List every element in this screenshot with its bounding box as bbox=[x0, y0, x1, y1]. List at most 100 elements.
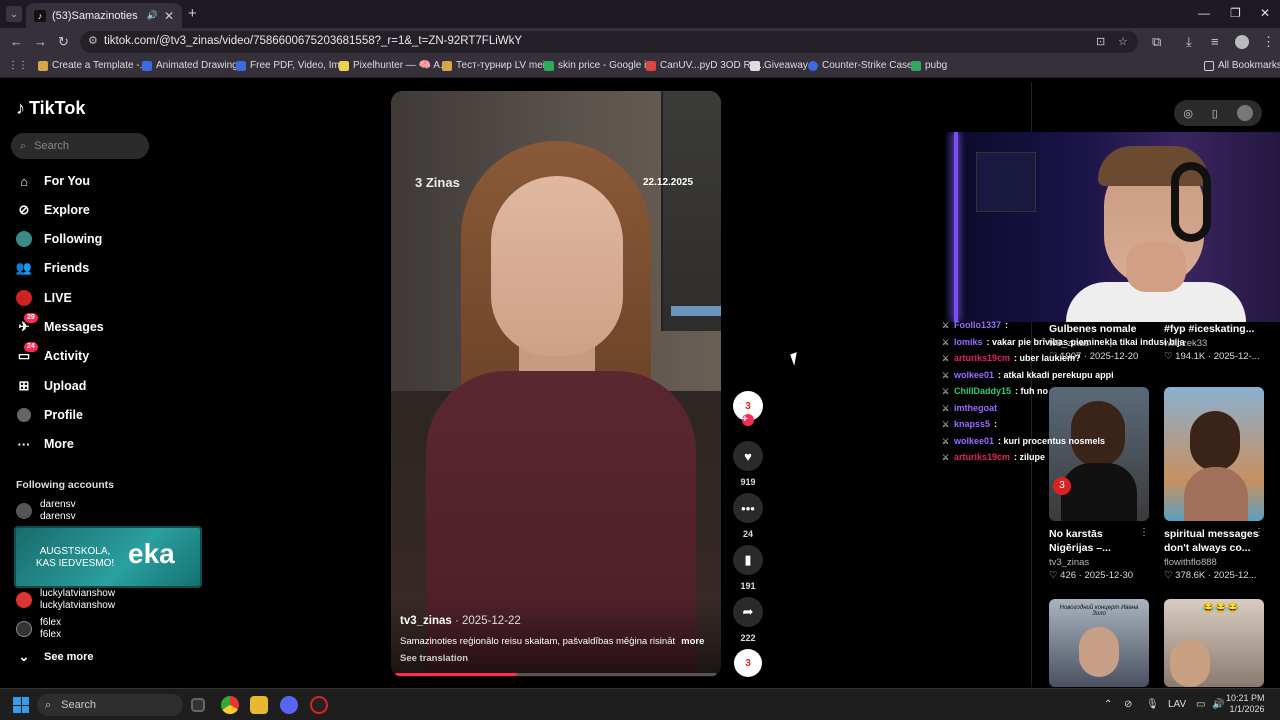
minimize-button[interactable]: — bbox=[1198, 6, 1210, 20]
video-progress-bar[interactable] bbox=[395, 673, 717, 676]
bookmark-item[interactable]: Тест-турнир LV mei... bbox=[442, 60, 553, 71]
app-icon[interactable] bbox=[310, 696, 328, 714]
save-button[interactable]: ▮ 191 bbox=[733, 545, 763, 591]
task-view-icon[interactable] bbox=[191, 698, 205, 712]
network-off-icon[interactable]: ⊘ bbox=[1124, 699, 1132, 710]
windows-taskbar: ⌕ Search ⌃ ⊘ 🎙 LAV ▭ 🔊 10:21 PM 1/1/2026 bbox=[0, 688, 1280, 720]
see-translation-link[interactable]: See translation bbox=[400, 653, 468, 664]
bookmark-item[interactable]: skin price - Google i... bbox=[544, 60, 655, 71]
speaker-icon[interactable]: 🔊 bbox=[147, 10, 158, 21]
url-text[interactable]: tiktok.com/@tv3_zinas/video/758660067520… bbox=[104, 35, 522, 47]
reload-icon[interactable]: ↻ bbox=[58, 34, 69, 50]
chat-message: ⚔ imthegoat bbox=[942, 403, 1001, 413]
display-icon[interactable]: ▭ bbox=[1196, 699, 1205, 710]
all-bookmarks[interactable]: All Bookmarks bbox=[1204, 60, 1280, 71]
creator-avatar-button[interactable]: 3 + bbox=[733, 391, 763, 426]
chat-username: Foollo1337 bbox=[954, 320, 1002, 330]
bookmark-item[interactable]: Giveaway bbox=[750, 60, 808, 71]
avatar bbox=[16, 503, 32, 519]
more-options-icon[interactable]: ⋮ bbox=[1139, 527, 1149, 538]
account-item[interactable]: f6lex f6lex bbox=[16, 617, 61, 641]
profile-avatar[interactable] bbox=[1235, 35, 1249, 49]
card-title: spiritual messages don't always co... bbox=[1164, 528, 1259, 554]
bookmark-item[interactable]: pubg bbox=[911, 60, 947, 71]
like-button[interactable]: ♥ 919 bbox=[733, 441, 763, 487]
sound-disc-icon[interactable]: 3 bbox=[734, 649, 762, 677]
nav-for-you[interactable]: ⌂ For You bbox=[16, 171, 90, 191]
search-icon: ⌕ bbox=[20, 139, 27, 152]
chrome-icon[interactable] bbox=[221, 696, 239, 714]
share-icon: ➦ bbox=[733, 597, 763, 627]
video-card[interactable]: 3 ⋮ No karstās Nigērijas –... tv3_zinas … bbox=[1049, 387, 1149, 581]
video-player[interactable]: 3 Zinas 22.12.2025 tv3_zinas · 2025-12-2… bbox=[391, 91, 721, 677]
coin-icon[interactable]: ◎ bbox=[1183, 107, 1193, 120]
tab-search-button[interactable]: ⌄ bbox=[6, 6, 22, 22]
system-clock[interactable]: 10:21 PM 1/1/2026 bbox=[1226, 693, 1265, 715]
device-icon[interactable]: ▯ bbox=[1212, 107, 1218, 120]
bookmark-item[interactable]: Create a Template -... bbox=[38, 60, 148, 71]
taskbar-search[interactable]: ⌕ Search bbox=[37, 694, 183, 716]
windows-start-icon[interactable] bbox=[13, 697, 29, 713]
site-info-icon[interactable]: ⚙ bbox=[88, 34, 98, 47]
nav-live[interactable]: LIVE bbox=[16, 288, 72, 308]
nav-messages[interactable]: ✈ 29 Messages bbox=[16, 313, 104, 337]
discord-icon[interactable] bbox=[280, 696, 298, 714]
install-icon[interactable]: ⊡ bbox=[1096, 35, 1105, 48]
search-input[interactable]: ⌕ Search bbox=[11, 133, 149, 159]
restore-button[interactable]: ❐ bbox=[1230, 6, 1241, 20]
user-avatar[interactable] bbox=[1236, 105, 1253, 121]
bookmark-item[interactable]: Pixelhunter — 🧠 A... bbox=[339, 60, 448, 71]
nav-more[interactable]: ··· More bbox=[16, 434, 74, 454]
media-icon[interactable]: ≡ bbox=[1211, 34, 1219, 49]
card-thumbnail: 😂😂😂 bbox=[1164, 599, 1264, 687]
language-indicator[interactable]: LAV bbox=[1168, 699, 1186, 710]
new-tab-button[interactable]: + bbox=[188, 5, 197, 22]
nav-friends[interactable]: 👥 Friends bbox=[16, 258, 89, 278]
see-more-button[interactable]: ⌄ See more bbox=[16, 647, 94, 667]
nav-following[interactable]: Following bbox=[16, 229, 102, 249]
nav-profile[interactable]: Profile bbox=[16, 405, 83, 425]
more-link[interactable]: more bbox=[681, 636, 704, 647]
tiktok-logo[interactable]: ♪ TikTok bbox=[16, 98, 85, 119]
extensions-icon[interactable]: ⧉ bbox=[1152, 34, 1161, 50]
address-bar[interactable]: ⚙ tiktok.com/@tv3_zinas/video/7586600675… bbox=[80, 31, 1138, 53]
chat-text: : zilupe bbox=[1014, 452, 1046, 462]
nav-explore[interactable]: ⊘ Explore bbox=[16, 200, 90, 220]
video-card[interactable]: Новогодний концерт Ивана Золо bbox=[1049, 599, 1149, 687]
close-tab-icon[interactable]: ✕ bbox=[164, 9, 174, 23]
bookmark-item[interactable]: Animated Drawings bbox=[142, 60, 243, 71]
profile-avatar-icon bbox=[16, 407, 32, 423]
forward-icon[interactable]: → bbox=[34, 34, 47, 49]
video-author[interactable]: tv3_zinas · 2025-12-22 bbox=[400, 615, 521, 627]
volume-icon[interactable]: 🔊 bbox=[1212, 699, 1224, 710]
tray-chevron-icon[interactable]: ⌃ bbox=[1104, 699, 1112, 710]
nav-activity[interactable]: ▭ 24 Activity bbox=[16, 342, 89, 366]
chat-username: knapss5 bbox=[954, 419, 991, 429]
bookmark-star-icon[interactable]: ☆ bbox=[1118, 35, 1128, 48]
close-window-button[interactable]: ✕ bbox=[1260, 6, 1270, 20]
bookmark-item[interactable]: CanUV...pyD 3OD Re... bbox=[646, 60, 765, 71]
video-card[interactable]: ⋮ spiritual messages don't always co... … bbox=[1164, 387, 1264, 581]
follow-plus-icon[interactable]: + bbox=[742, 414, 754, 426]
apps-icon[interactable]: ⋮⋮ bbox=[8, 60, 28, 71]
more-options-icon[interactable]: ⋮ bbox=[1254, 527, 1264, 538]
back-icon[interactable]: ← bbox=[10, 34, 23, 49]
mic-icon[interactable]: 🎙 bbox=[1146, 699, 1159, 710]
avatar bbox=[16, 592, 32, 608]
bookmark-item[interactable]: Counter-Strike Case... bbox=[808, 60, 921, 71]
file-explorer-icon[interactable] bbox=[250, 696, 268, 714]
download-icon[interactable]: ⤓ bbox=[1186, 34, 1192, 50]
bookmark-item[interactable]: Free PDF, Video, Im... bbox=[236, 60, 348, 71]
share-button[interactable]: ➦ 222 bbox=[733, 597, 763, 643]
video-card[interactable]: 😂😂😂 bbox=[1164, 599, 1264, 687]
ad-banner[interactable]: AUGSTSKOLA, KAS IEDVESMO! eka bbox=[14, 526, 202, 588]
chevron-down-icon: ⌄ bbox=[18, 649, 30, 664]
ad-logo-text: eka bbox=[128, 538, 175, 569]
account-item[interactable]: darensv darensv bbox=[16, 499, 76, 523]
nav-upload[interactable]: ⊞ Upload bbox=[16, 376, 87, 396]
account-item[interactable]: luckylatvianshow luckylatvianshow bbox=[16, 588, 115, 612]
comment-button[interactable]: ••• 24 bbox=[733, 493, 763, 539]
active-tab[interactable]: ♪ (53)Samazinoties reģionālo 🔊 ✕ bbox=[26, 3, 182, 28]
home-icon: ⌂ bbox=[20, 173, 28, 189]
menu-icon[interactable]: ⋮ bbox=[1262, 34, 1275, 50]
